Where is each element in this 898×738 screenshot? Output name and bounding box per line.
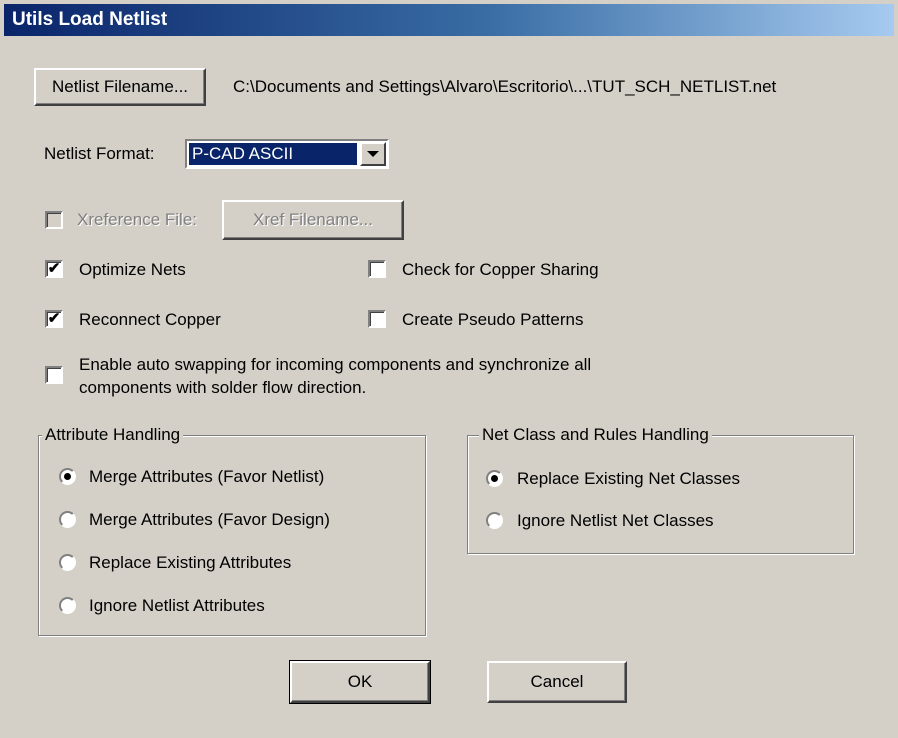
radio-selected-dot-icon [64,473,71,480]
replace-existing-net-classes-label: Replace Existing Net Classes [517,469,740,488]
cancel-button[interactable]: Cancel [487,661,627,703]
net-class-handling-title: Net Class and Rules Handling [479,425,712,445]
net-class-handling-group [467,435,854,554]
radio-merge-favor-netlist[interactable] [59,468,76,485]
dropdown-arrow-button[interactable] [360,142,386,166]
merge-favor-design-label: Merge Attributes (Favor Design) [89,510,330,529]
ok-button[interactable]: OK [289,660,431,704]
xreference-label: Xreference File: [77,210,197,229]
auto-swap-label-line1: Enable auto swapping for incoming compon… [79,355,592,374]
merge-favor-netlist-label: Merge Attributes (Favor Netlist) [89,467,325,486]
xreference-checkbox[interactable] [45,211,63,229]
radio-selected-dot-icon [491,475,498,482]
ignore-netlist-net-classes-label: Ignore Netlist Net Classes [517,511,714,530]
checkmark-icon: ✔ [47,260,61,277]
title-bar: Utils Load Netlist [4,4,894,36]
create-pseudo-patterns-label: Create Pseudo Patterns [402,310,584,329]
reconnect-copper-checkbox[interactable]: ✔ [45,310,63,328]
netlist-format-label: Netlist Format: [44,144,155,163]
load-netlist-dialog: Utils Load Netlist Netlist Filename... C… [0,0,898,738]
radio-merge-favor-design[interactable] [59,511,76,528]
ignore-netlist-attributes-label: Ignore Netlist Attributes [89,596,265,615]
xref-filename-button[interactable]: Xref Filename... [222,200,404,240]
checkmark-icon: ✔ [47,310,61,327]
replace-existing-attributes-label: Replace Existing Attributes [89,553,292,572]
netlist-filename-button[interactable]: Netlist Filename... [34,68,206,106]
auto-swap-label-line2: components with solder flow direction. [79,378,367,397]
attribute-handling-title: Attribute Handling [42,425,184,445]
check-copper-sharing-label: Check for Copper Sharing [402,260,599,279]
radio-ignore-netlist-attributes[interactable] [59,597,76,614]
netlist-filename-path: C:\Documents and Settings\Alvaro\Escrito… [233,77,777,96]
auto-swap-checkbox[interactable] [45,366,63,384]
check-copper-sharing-checkbox[interactable] [368,260,386,278]
radio-replace-existing-net-classes[interactable] [486,470,503,487]
netlist-format-select[interactable]: P-CAD ASCII [185,139,389,169]
reconnect-copper-label: Reconnect Copper [79,310,221,329]
radio-ignore-netlist-net-classes[interactable] [486,512,503,529]
create-pseudo-patterns-checkbox[interactable] [368,310,386,328]
chevron-down-icon [367,151,379,157]
optimize-nets-label: Optimize Nets [79,260,186,279]
optimize-nets-checkbox[interactable]: ✔ [45,260,63,278]
radio-replace-existing-attributes[interactable] [59,554,76,571]
netlist-format-value: P-CAD ASCII [189,143,357,165]
